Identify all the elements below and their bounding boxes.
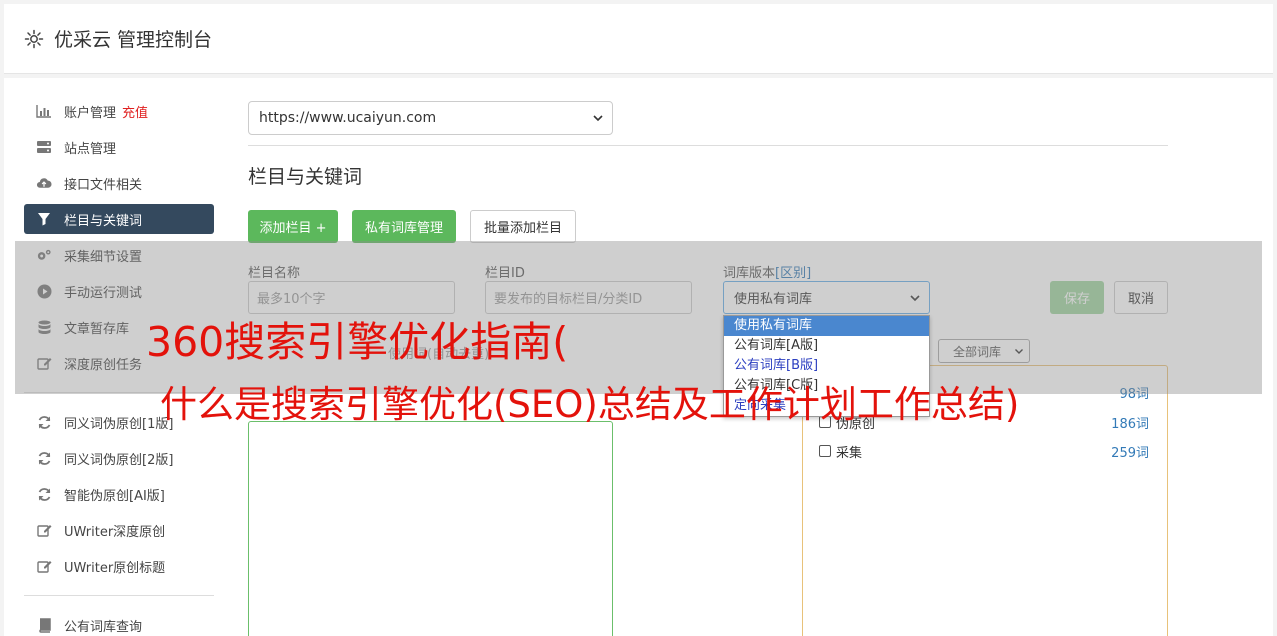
sidebar-item-label: 文章暂存库 bbox=[64, 321, 130, 337]
private-library-button[interactable]: 私有词库管理 bbox=[352, 210, 456, 243]
sidebar-item-interface[interactable]: 接口文件相关 bbox=[24, 168, 214, 198]
cancel-button[interactable]: 取消 bbox=[1114, 281, 1168, 314]
database-icon bbox=[36, 319, 52, 335]
dropdown-option[interactable]: 公有词库[B版] bbox=[724, 356, 929, 376]
sidebar-item-uwriter-title[interactable]: UWriter原创标题 bbox=[24, 551, 214, 581]
dropdown-option[interactable]: 使用私有词库 bbox=[724, 316, 929, 336]
sidebar-item-public-lib[interactable]: 公有词库查询 bbox=[24, 610, 214, 636]
top-header: 优采云 管理控制台 bbox=[4, 4, 1273, 74]
sidebar-item-label: 手动运行测试 bbox=[64, 285, 143, 301]
refresh-icon bbox=[36, 486, 52, 502]
sidebar-item-columns[interactable]: 栏目与关键词 bbox=[24, 204, 214, 234]
cogs-icon bbox=[36, 247, 52, 263]
app-title: 优采云 管理控制台 bbox=[54, 29, 213, 51]
sidebar-item-manual-run[interactable]: 手动运行测试 bbox=[24, 276, 214, 306]
sidebar-item-label: 智能伪原创[AI版] bbox=[64, 488, 165, 504]
play-circle-icon bbox=[36, 283, 52, 299]
sidebar-item-collect-settings[interactable]: 采集细节设置 bbox=[24, 240, 214, 270]
version-select-value: 使用私有词库 bbox=[734, 292, 813, 307]
version-select[interactable]: 使用私有词库 bbox=[723, 281, 930, 314]
recharge-link[interactable]: 充值 bbox=[122, 102, 148, 121]
divider bbox=[248, 145, 1168, 146]
library-count[interactable]: 186词 bbox=[1111, 413, 1149, 432]
filter-icon bbox=[36, 211, 52, 227]
library-filter-select[interactable]: 全部词库 bbox=[938, 339, 1030, 363]
sidebar-divider bbox=[24, 595, 214, 596]
sidebar-item-account[interactable]: 账户管理 充值 bbox=[24, 96, 214, 126]
gear-icon bbox=[24, 29, 44, 48]
sidebar-item-label: 账户管理 bbox=[64, 105, 117, 121]
column-id-placeholder: 要发布的目标栏目/分类ID bbox=[494, 292, 643, 307]
column-name-placeholder: 最多10个字 bbox=[257, 292, 326, 307]
chevron-down-icon bbox=[910, 295, 920, 302]
site-select[interactable]: https://www.ucaiyun.com bbox=[248, 101, 613, 135]
library-count[interactable]: 259词 bbox=[1111, 442, 1149, 461]
library-count[interactable]: 98词 bbox=[1119, 383, 1149, 402]
column-name-input[interactable]: 最多10个字 bbox=[248, 281, 455, 314]
sidebar-item-label: 深度原创任务 bbox=[64, 357, 143, 373]
edit-icon bbox=[36, 355, 52, 371]
chevron-down-icon bbox=[1015, 349, 1023, 354]
version-label-text: 词库版本 bbox=[723, 266, 776, 281]
dropdown-option[interactable]: 公有词库[A版] bbox=[724, 336, 929, 356]
sidebar-item-label: 采集细节设置 bbox=[64, 249, 143, 265]
library-filter-value: 全部词库 bbox=[953, 344, 1002, 359]
bar-chart-icon bbox=[36, 103, 52, 119]
library-item[interactable]: 采集 259词 bbox=[819, 441, 1149, 461]
server-icon bbox=[36, 139, 52, 155]
sidebar-item-label: 同义词伪原创[1版] bbox=[64, 416, 174, 432]
save-button[interactable]: 保存 bbox=[1050, 281, 1104, 314]
refresh-icon bbox=[36, 450, 52, 466]
sidebar-item-label: 站点管理 bbox=[64, 141, 117, 157]
add-column-button[interactable]: 添加栏目 + bbox=[248, 210, 338, 243]
sidebar-item-label: 公有词库查询 bbox=[64, 619, 143, 635]
cloud-upload-icon bbox=[36, 175, 52, 191]
sidebar-item-ai-rewrite[interactable]: 智能伪原创[AI版] bbox=[24, 479, 214, 509]
sidebar-item-label: UWriter原创标题 bbox=[64, 560, 166, 576]
sidebar-item-uwriter-deep[interactable]: UWriter深度原创 bbox=[24, 515, 214, 545]
chevron-down-icon bbox=[593, 115, 603, 122]
version-diff-link[interactable]: [区别] bbox=[775, 266, 811, 281]
section-title: 栏目与关键词 bbox=[248, 166, 363, 188]
keywords-textarea[interactable] bbox=[248, 421, 613, 636]
version-label: 词库版本[区别] bbox=[723, 262, 811, 281]
banner-line-1: 360搜索引擎优化指南( bbox=[146, 318, 569, 366]
batch-add-button[interactable]: 批量添加栏目 bbox=[470, 210, 576, 243]
refresh-icon bbox=[36, 414, 52, 430]
column-id-label: 栏目ID bbox=[485, 266, 525, 281]
banner-line-2: 什么是搜索引擎优化(SEO)总结及工作计划工作总结) bbox=[160, 383, 1020, 426]
edit-icon bbox=[36, 522, 52, 538]
site-select-value: https://www.ucaiyun.com bbox=[259, 110, 437, 126]
library-name: 采集 bbox=[836, 445, 863, 461]
edit-icon bbox=[36, 558, 52, 574]
sidebar: 账户管理 充值 站点管理 接口文件相关 栏目与关键词 采集细节设置 手动运行测试… bbox=[24, 96, 214, 636]
sidebar-item-synonym-v2[interactable]: 同义词伪原创[2版] bbox=[24, 443, 214, 473]
book-icon bbox=[36, 617, 52, 633]
sidebar-item-label: 同义词伪原创[2版] bbox=[64, 452, 174, 468]
checkbox[interactable] bbox=[819, 445, 831, 457]
column-id-input[interactable]: 要发布的目标栏目/分类ID bbox=[485, 281, 692, 314]
column-name-label: 栏目名称 bbox=[248, 266, 301, 281]
sidebar-item-label: UWriter深度原创 bbox=[64, 524, 166, 540]
sidebar-item-label: 接口文件相关 bbox=[64, 177, 143, 193]
sidebar-item-site[interactable]: 站点管理 bbox=[24, 132, 214, 162]
sidebar-item-label: 栏目与关键词 bbox=[64, 213, 143, 229]
